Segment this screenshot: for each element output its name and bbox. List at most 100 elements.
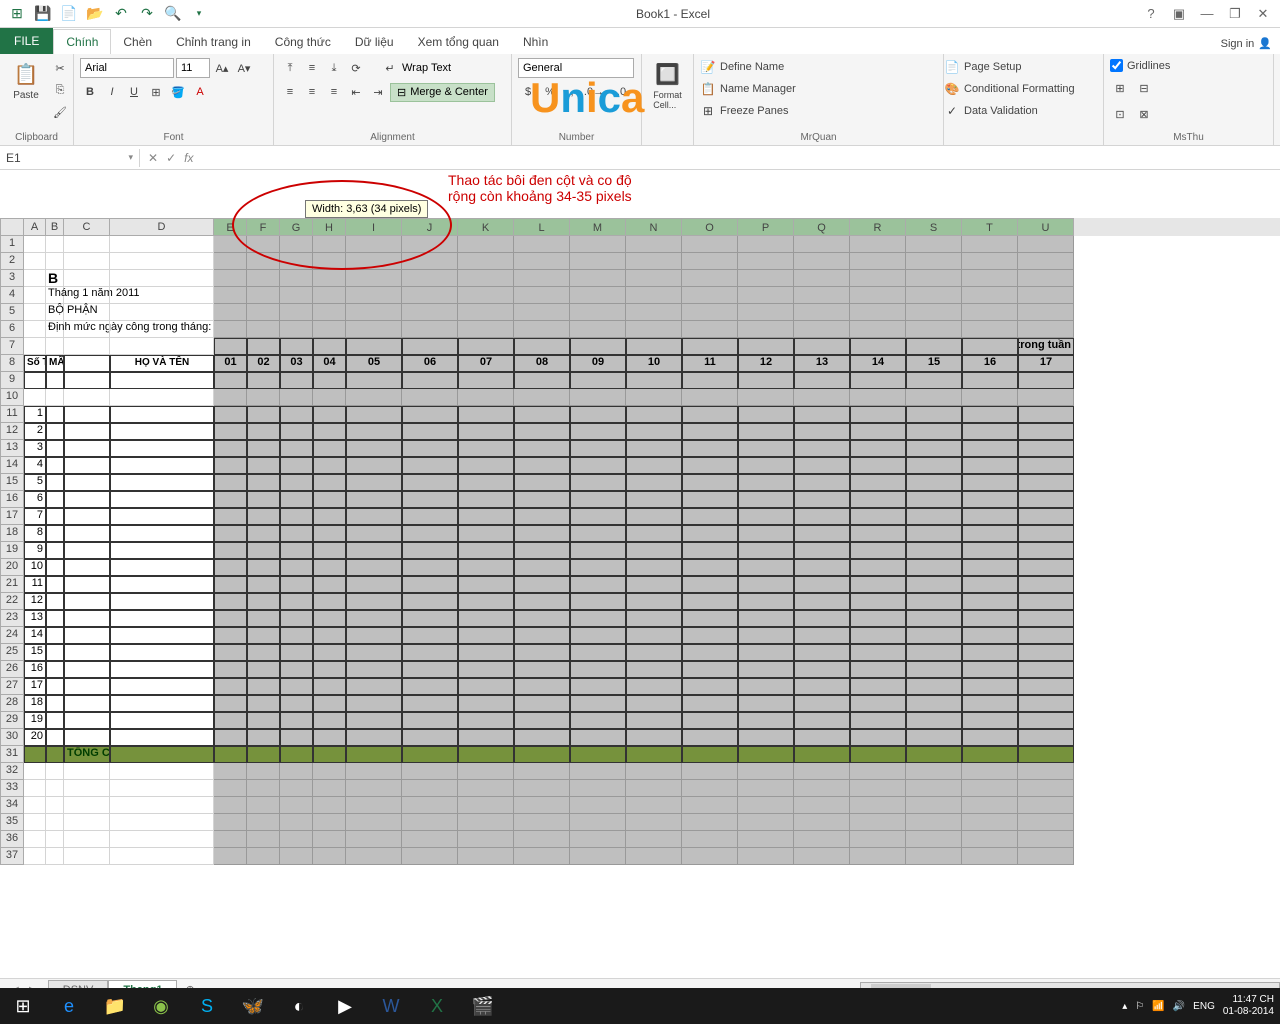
app-icon-1[interactable]: ◉ — [138, 988, 184, 1024]
wrap-text-button[interactable]: Wrap Text — [402, 62, 451, 74]
app-icon-3[interactable]: ▶ — [322, 988, 368, 1024]
font-size-select[interactable] — [176, 58, 210, 78]
cells-area[interactable]: BTháng 1 năm 2011BỘ PHẬNĐịnh mức ngày cô… — [24, 236, 1280, 978]
align-center-icon[interactable]: ≡ — [302, 82, 322, 102]
select-all-corner[interactable] — [0, 218, 24, 236]
row-header-13[interactable]: 13 — [0, 440, 24, 457]
row-header-9[interactable]: 9 — [0, 372, 24, 389]
format-painter-icon[interactable]: 🖌 — [50, 102, 70, 122]
row-header-18[interactable]: 18 — [0, 525, 24, 542]
col-header-D[interactable]: D — [110, 218, 214, 236]
tray-volume-icon[interactable]: 🔊 — [1173, 1001, 1185, 1012]
skype-icon[interactable]: S — [184, 988, 230, 1024]
col-header-P[interactable]: P — [738, 218, 794, 236]
row-header-32[interactable]: 32 — [0, 763, 24, 780]
indent-inc-icon[interactable]: ⇥ — [368, 82, 388, 102]
new-icon[interactable]: 📄 — [60, 5, 78, 23]
start-button[interactable]: ⊞ — [0, 988, 46, 1024]
col-header-H[interactable]: H — [313, 218, 346, 236]
qat-dropdown-icon[interactable]: ▾ — [190, 5, 208, 23]
row-header-8[interactable]: 8 — [0, 355, 24, 372]
col-header-O[interactable]: O — [682, 218, 738, 236]
row-header-22[interactable]: 22 — [0, 593, 24, 610]
tab-view[interactable]: Nhìn — [511, 30, 560, 54]
row-header-1[interactable]: 1 — [0, 236, 24, 253]
maximize-icon[interactable]: ❐ — [1222, 3, 1248, 25]
col-header-N[interactable]: N — [626, 218, 682, 236]
font-name-select[interactable] — [80, 58, 174, 78]
steam-icon[interactable]: ◐ — [276, 988, 322, 1024]
col-header-F[interactable]: F — [247, 218, 280, 236]
misc-icon-1[interactable]: ⊞ — [1110, 78, 1130, 98]
row-header-7[interactable]: 7 — [0, 338, 24, 355]
col-header-M[interactable]: M — [570, 218, 626, 236]
row-header-30[interactable]: 30 — [0, 729, 24, 746]
align-bottom-icon[interactable]: ⤓ — [324, 58, 344, 78]
tray-up-icon[interactable]: ▴ — [1122, 1001, 1127, 1012]
col-header-U[interactable]: U — [1018, 218, 1074, 236]
row-header-23[interactable]: 23 — [0, 610, 24, 627]
ribbon-toggle-icon[interactable]: ▣ — [1166, 3, 1192, 25]
row-header-16[interactable]: 16 — [0, 491, 24, 508]
col-header-L[interactable]: L — [514, 218, 570, 236]
row-header-11[interactable]: 11 — [0, 406, 24, 423]
align-middle-icon[interactable]: ≡ — [302, 58, 322, 78]
fx-icon[interactable]: fx — [184, 151, 193, 165]
app-icon-4[interactable]: 🎬 — [460, 988, 506, 1024]
align-top-icon[interactable]: ⤒ — [280, 58, 300, 78]
enter-formula-icon[interactable]: ✓ — [166, 151, 176, 165]
gridlines-checkbox[interactable]: Gridlines — [1110, 58, 1170, 73]
borders-icon[interactable]: ⊞ — [146, 82, 166, 102]
col-header-R[interactable]: R — [850, 218, 906, 236]
row-header-6[interactable]: 6 — [0, 321, 24, 338]
col-header-C[interactable]: C — [64, 218, 110, 236]
cond-fmt-button[interactable]: 🎨Conditional Formatting — [944, 80, 1075, 98]
row-header-2[interactable]: 2 — [0, 253, 24, 270]
col-header-I[interactable]: I — [346, 218, 402, 236]
tab-data[interactable]: Dữ liệu — [343, 30, 406, 54]
name-manager-button[interactable]: 📋Name Manager — [700, 80, 796, 98]
align-right-icon[interactable]: ≡ — [324, 82, 344, 102]
row-header-12[interactable]: 12 — [0, 423, 24, 440]
tab-home[interactable]: Chính — [53, 29, 111, 54]
decrease-decimal-icon[interactable]: →.0 — [606, 82, 626, 102]
col-header-T[interactable]: T — [962, 218, 1018, 236]
row-header-21[interactable]: 21 — [0, 576, 24, 593]
row-header-29[interactable]: 29 — [0, 712, 24, 729]
row-header-24[interactable]: 24 — [0, 627, 24, 644]
row-header-10[interactable]: 10 — [0, 389, 24, 406]
paste-button[interactable]: 📋 Paste — [6, 58, 46, 103]
col-header-S[interactable]: S — [906, 218, 962, 236]
formula-input[interactable] — [201, 156, 1280, 160]
undo-icon[interactable]: ↶ — [112, 5, 130, 23]
row-headers[interactable]: 1234567891011121314151617181920212223242… — [0, 236, 24, 978]
spreadsheet-grid[interactable]: ABCDEFGHIJKLMNOPQRSTU 123456789101112131… — [0, 170, 1280, 978]
row-header-5[interactable]: 5 — [0, 304, 24, 321]
explorer-icon[interactable]: 📁 — [92, 988, 138, 1024]
underline-button[interactable]: U — [124, 82, 144, 102]
row-header-36[interactable]: 36 — [0, 831, 24, 848]
row-header-15[interactable]: 15 — [0, 474, 24, 491]
data-valid-button[interactable]: ✓Data Validation — [944, 102, 1038, 120]
misc-icon-4[interactable]: ⊠ — [1134, 104, 1154, 124]
tray-network-icon[interactable]: 📶 — [1152, 1001, 1164, 1012]
row-header-33[interactable]: 33 — [0, 780, 24, 797]
row-header-26[interactable]: 26 — [0, 661, 24, 678]
tab-insert[interactable]: Chèn — [111, 30, 164, 54]
tab-review[interactable]: Xem tổng quan — [406, 30, 511, 54]
app-icon-2[interactable]: 🦋 — [230, 988, 276, 1024]
decrease-font-icon[interactable]: A▾ — [234, 58, 254, 78]
row-header-35[interactable]: 35 — [0, 814, 24, 831]
row-header-28[interactable]: 28 — [0, 695, 24, 712]
col-header-B[interactable]: B — [46, 218, 64, 236]
misc-icon-2[interactable]: ⊟ — [1134, 78, 1154, 98]
align-left-icon[interactable]: ≡ — [280, 82, 300, 102]
row-header-3[interactable]: 3 — [0, 270, 24, 287]
bold-button[interactable]: B — [80, 82, 100, 102]
tray-lang[interactable]: ENG — [1193, 1001, 1215, 1012]
tray-clock[interactable]: 11:47 CH 01-08-2014 — [1223, 994, 1274, 1018]
file-tab[interactable]: FILE — [0, 28, 53, 54]
column-headers[interactable]: ABCDEFGHIJKLMNOPQRSTU — [24, 218, 1280, 236]
tab-formulas[interactable]: Công thức — [263, 30, 343, 54]
name-box[interactable]: E1 — [0, 149, 140, 167]
